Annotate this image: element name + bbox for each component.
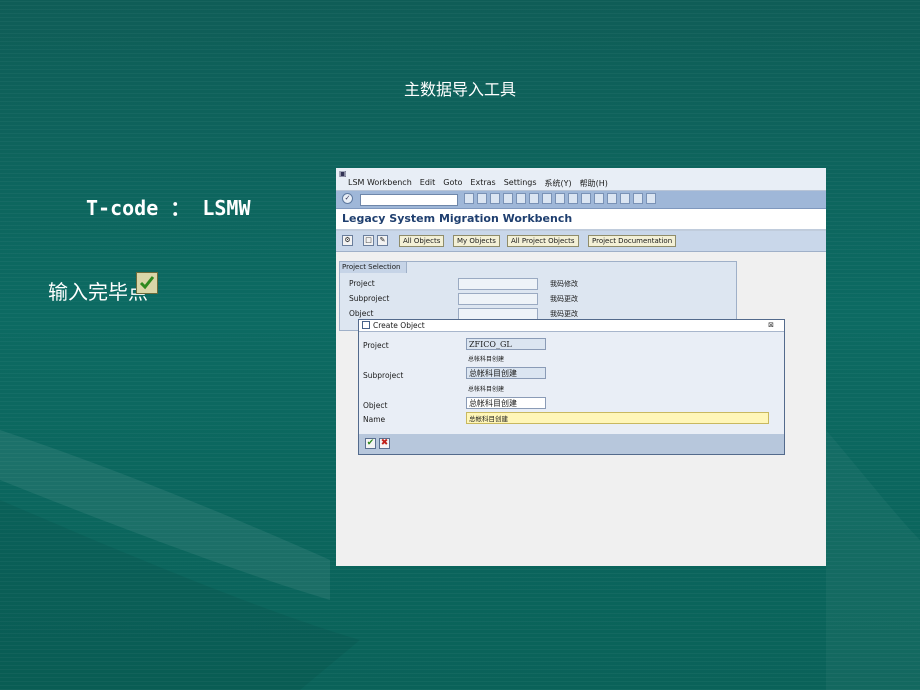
last-page-icon[interactable]	[594, 193, 604, 204]
dialog-object-field[interactable]: 总帐科目创建	[466, 397, 546, 409]
sap-window: ▣ LSM Workbench Edit Goto Extras Setting…	[336, 168, 826, 566]
prev-page-icon[interactable]	[568, 193, 578, 204]
change-icon[interactable]: ✎	[377, 235, 388, 246]
all-objects-button[interactable]: All Objects	[399, 235, 445, 247]
dialog-subproject-description: 总帐科目创建	[468, 386, 505, 393]
find-next-icon[interactable]	[542, 193, 552, 204]
project-selection-tab: Project Selection	[340, 262, 408, 273]
enter-icon[interactable]: ✓	[342, 193, 353, 204]
menu-item-lsm-workbench[interactable]: LSM Workbench	[348, 178, 412, 189]
back-icon[interactable]	[464, 193, 474, 204]
dialog-icon	[362, 321, 370, 329]
new-session-icon[interactable]	[607, 193, 617, 204]
confirm-check-icon[interactable]: ✔	[365, 438, 376, 449]
project-label: Project	[349, 279, 375, 288]
my-objects-button[interactable]: My Objects	[453, 235, 500, 247]
menu-item-extras[interactable]: Extras	[470, 178, 495, 189]
menu-item-help[interactable]: 帮助(H)	[580, 178, 608, 189]
subproject-input[interactable]	[458, 293, 538, 305]
menu-item-goto[interactable]: Goto	[443, 178, 462, 189]
dialog-name-field[interactable]: 总帐科目创建	[466, 412, 769, 424]
exit-icon[interactable]	[490, 193, 500, 204]
close-icon[interactable]: ⊠	[768, 320, 774, 331]
dialog-subproject-field[interactable]: 总帐科目创建	[466, 367, 546, 379]
help-icon[interactable]	[633, 193, 643, 204]
dialog-object-label: Object	[363, 401, 388, 410]
cancel-x-icon[interactable]: ✖	[379, 438, 390, 449]
command-field[interactable]	[360, 194, 458, 206]
toolbar-icons	[464, 193, 656, 204]
first-page-icon[interactable]	[555, 193, 565, 204]
print-icon[interactable]	[516, 193, 526, 204]
dialog-project-field[interactable]: ZFICO_GL	[466, 338, 546, 350]
menu-items: LSM Workbench Edit Goto Extras Settings …	[348, 178, 608, 189]
dialog-subproject-label: Subproject	[363, 371, 404, 380]
object-description: 我码更改	[550, 310, 578, 318]
layout-icon[interactable]	[646, 193, 656, 204]
window-icon: ▣	[339, 169, 347, 178]
subproject-description: 我码更改	[550, 295, 578, 303]
check-icon	[136, 272, 158, 294]
menu-bar: ▣ LSM Workbench Edit Goto Extras Setting…	[336, 168, 826, 191]
next-page-icon[interactable]	[581, 193, 591, 204]
create-icon[interactable]: □	[363, 235, 374, 246]
menu-item-settings[interactable]: Settings	[504, 178, 537, 189]
project-documentation-button[interactable]: Project Documentation	[588, 235, 677, 247]
dialog-name-label: Name	[363, 415, 386, 424]
instruction-text: 输入完毕点	[48, 272, 158, 305]
all-project-objects-button[interactable]: All Project Objects	[507, 235, 579, 247]
shortcut-icon[interactable]	[620, 193, 630, 204]
object-label: Object	[349, 309, 374, 318]
project-description: 我码修改	[550, 280, 578, 288]
tcode-label: T-code ： LSMW	[86, 196, 251, 220]
dialog-project-description: 总帐科目创建	[468, 356, 505, 363]
instruction-label: 输入完毕点	[48, 280, 148, 304]
create-object-dialog: Create Object ⊠ Project ZFICO_GL 总帐科目创建 …	[358, 319, 785, 455]
dialog-footer: ✔ ✖	[359, 434, 784, 454]
display-icon[interactable]: ⚙	[342, 235, 353, 246]
subproject-label: Subproject	[349, 294, 390, 303]
project-input[interactable]	[458, 278, 538, 290]
dialog-title: Create Object	[373, 321, 425, 330]
application-toolbar: ⚙ □ ✎ All Objects My Objects All Project…	[336, 231, 826, 252]
screen-title: Legacy System Migration Workbench	[336, 209, 826, 231]
menu-item-edit[interactable]: Edit	[420, 178, 436, 189]
dialog-title-bar: Create Object ⊠	[359, 320, 784, 332]
slide-title: 主数据导入工具	[403, 80, 516, 99]
save-icon[interactable]	[477, 193, 487, 204]
find-icon[interactable]	[529, 193, 539, 204]
menu-item-system[interactable]: 系统(Y)	[545, 178, 572, 189]
standard-toolbar: ✓	[336, 191, 826, 209]
cancel-icon[interactable]	[503, 193, 513, 204]
dialog-project-label: Project	[363, 341, 389, 350]
